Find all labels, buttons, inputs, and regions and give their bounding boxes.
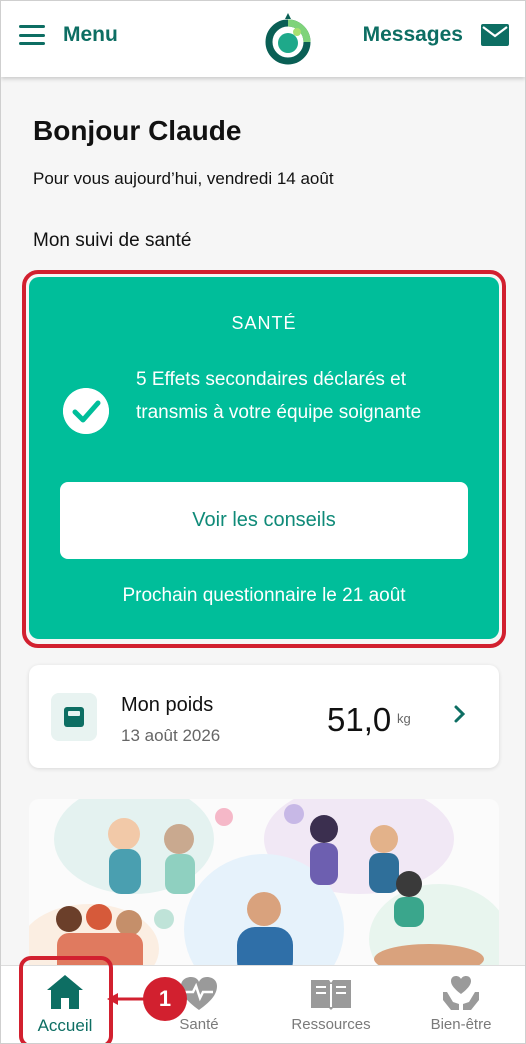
nav-item-bien-etre[interactable]: Bien-être bbox=[419, 966, 503, 1043]
step-badge: 1 bbox=[143, 977, 187, 1021]
app-logo bbox=[265, 13, 311, 65]
messages-label: Messages bbox=[362, 23, 463, 46]
nav-label-ressources: Ressources bbox=[291, 1016, 371, 1033]
hands-heart-icon bbox=[443, 976, 479, 1010]
nav-item-ressources[interactable]: Ressources bbox=[279, 966, 383, 1043]
nav-label-accueil: Accueil bbox=[37, 1016, 93, 1035]
home-icon bbox=[47, 975, 83, 1009]
weight-card[interactable]: Mon poids 13 août 2026 51,0 kg bbox=[29, 665, 499, 768]
weight-unit: kg bbox=[397, 711, 411, 726]
illustration-image bbox=[29, 799, 499, 979]
nav-label-sante: Santé bbox=[179, 1016, 219, 1033]
envelope-icon bbox=[481, 24, 509, 46]
app-screen: Menu Messages Bonjour Claude Pour vous a… bbox=[0, 0, 526, 1044]
bottom-navigation: Accueil Santé Ressources Bien-être bbox=[1, 965, 525, 1043]
wellbeing-illustration bbox=[29, 799, 499, 979]
nav-item-accueil[interactable]: Accueil bbox=[25, 966, 105, 1043]
book-icon bbox=[311, 980, 351, 1010]
top-bar: Menu Messages bbox=[1, 1, 525, 77]
section-title: Mon suivi de santé bbox=[33, 230, 192, 251]
chevron-right-icon bbox=[454, 705, 466, 723]
hamburger-icon bbox=[19, 25, 45, 45]
arrow-left-icon bbox=[107, 993, 145, 1005]
weight-date: 13 août 2026 bbox=[121, 726, 221, 745]
menu-button[interactable]: Menu bbox=[19, 23, 118, 47]
nav-label-bien-etre: Bien-être bbox=[430, 1016, 492, 1033]
messages-button[interactable]: Messages bbox=[363, 23, 509, 47]
weight-value: 51,0 bbox=[327, 701, 392, 738]
greeting-title: Bonjour Claude bbox=[33, 115, 242, 146]
menu-label: Menu bbox=[63, 23, 118, 46]
health-card-highlight bbox=[22, 270, 506, 648]
scale-icon bbox=[51, 693, 97, 741]
weight-title: Mon poids bbox=[121, 694, 214, 716]
date-subtitle: Pour vous aujourd’hui, vendredi 14 août bbox=[33, 169, 334, 188]
